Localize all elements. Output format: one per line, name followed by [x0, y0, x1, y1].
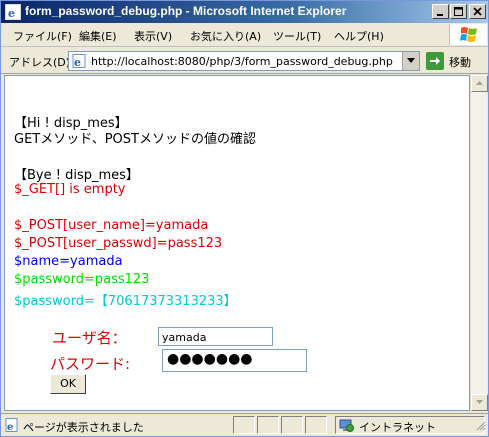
minimize-button[interactable] — [432, 4, 449, 19]
title-bar[interactable]: e form_password_debug.php - Microsoft In… — [1, 1, 488, 23]
status-text: ページが表示されました — [23, 421, 144, 434]
browser-window: e form_password_debug.php - Microsoft In… — [0, 0, 489, 437]
password-var-line: $password=pass123 — [14, 272, 150, 287]
status-pane — [281, 416, 303, 434]
resize-grip-icon[interactable] — [475, 420, 486, 434]
status-pane — [305, 416, 327, 434]
address-url: http://localhost:8080/php/3/form_passwor… — [91, 55, 393, 68]
name-var-line: $name=yamada — [14, 254, 123, 269]
address-input[interactable]: e http://localhost:8080/php/3/form_passw… — [68, 51, 420, 71]
maximize-button[interactable] — [450, 4, 467, 19]
username-value: yamada — [162, 331, 207, 344]
page-done-icon: e — [5, 418, 19, 435]
ok-button[interactable]: OK — [50, 374, 86, 394]
address-dropdown-button[interactable] — [402, 52, 419, 70]
post-user-passwd-line: $_POST[user_passwd]=pass123 — [14, 236, 223, 251]
username-input[interactable]: yamada — [158, 327, 273, 346]
password-label: パスワード: — [50, 355, 131, 373]
scroll-down-arrow-icon[interactable] — [471, 394, 488, 411]
svg-text:e: e — [7, 422, 13, 432]
menu-help[interactable]: ヘルプ(H) — [334, 28, 384, 44]
go-label: 移動 — [449, 56, 471, 69]
close-button[interactable] — [469, 4, 486, 19]
menu-view[interactable]: 表示(V) — [134, 28, 172, 44]
menu-favorites[interactable]: お気に入り(A) — [190, 28, 261, 44]
windows-logo-icon — [449, 24, 487, 45]
scroll-up-arrow-icon[interactable] — [471, 75, 488, 92]
intranet-globe-icon — [339, 419, 354, 436]
zone-text: イントラネット — [359, 421, 436, 434]
menu-edit[interactable]: 編集(E) — [79, 28, 117, 44]
get-empty-line: $_GET[] is empty — [14, 182, 126, 197]
password-masked-value: ●●●●●●● — [167, 351, 253, 367]
post-user-name-line: $_POST[user_name]=yamada — [14, 218, 209, 233]
vertical-scrollbar[interactable] — [470, 75, 488, 411]
svg-text:e: e — [8, 7, 15, 18]
status-pane — [257, 416, 279, 434]
address-label: アドレス(D) — [9, 56, 71, 69]
window-title: form_password_debug.php - Microsoft Inte… — [25, 4, 347, 18]
password-input[interactable]: ●●●●●●● — [162, 349, 307, 372]
status-pane — [233, 416, 255, 434]
page-content: 【Hi ! disp_mes】 GETメソッド、POSTメソッドの値の確認 【B… — [4, 75, 470, 411]
menu-file[interactable]: ファイル(F) — [13, 28, 72, 44]
page-icon: e — [72, 54, 88, 71]
bye-disp-mes-line: 【Bye ! disp_mes】 — [14, 168, 139, 183]
go-button[interactable]: 移動 — [426, 52, 482, 70]
go-arrow-icon — [426, 52, 444, 70]
username-label: ユーザ名： — [52, 329, 127, 347]
menu-tools[interactable]: ツール(T) — [273, 28, 321, 44]
password-hex-line: $password=【70617373313233】 — [14, 294, 237, 309]
menu-bar: ファイル(F) 編集(E) 表示(V) お気に入り(A) ツール(T) ヘルプ(… — [1, 23, 488, 47]
method-check-heading: GETメソッド、POSTメソッドの値の確認 — [14, 132, 256, 147]
address-bar: アドレス(D) e http://localhost:8080/php/3/fo… — [1, 48, 488, 74]
svg-text:e: e — [74, 56, 81, 68]
status-bar: e ページが表示されました イントラネット — [1, 413, 488, 436]
ie-page-icon: e — [5, 4, 21, 20]
